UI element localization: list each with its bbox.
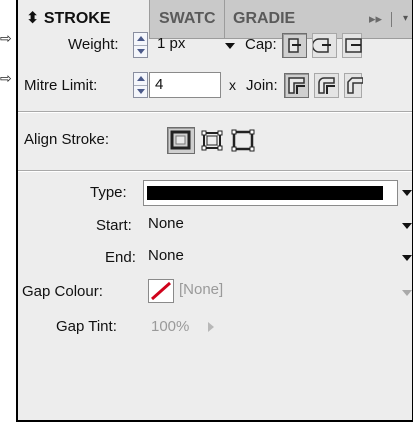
butt-cap-icon bbox=[288, 38, 301, 53]
weight-dropdown-icon[interactable] bbox=[225, 43, 235, 49]
weight-stepper[interactable] bbox=[133, 32, 148, 58]
increment-arrow-icon[interactable] bbox=[137, 76, 145, 81]
round-join-icon bbox=[318, 77, 335, 94]
tab-separator bbox=[391, 12, 392, 27]
align-center-icon bbox=[170, 130, 191, 150]
type-label: Type: bbox=[90, 184, 127, 201]
stroke-type-dropdown[interactable] bbox=[143, 180, 398, 206]
start-label: Start: bbox=[96, 217, 132, 234]
align-outside-button[interactable] bbox=[229, 127, 257, 154]
cap-label: Cap: bbox=[245, 36, 277, 53]
weight-pointer-arrow: ⇨ bbox=[0, 30, 12, 46]
increment-arrow-icon[interactable] bbox=[137, 36, 145, 41]
type-dropdown-icon[interactable] bbox=[402, 190, 412, 196]
butt-cap-button[interactable] bbox=[282, 33, 307, 58]
align-center-button[interactable] bbox=[167, 127, 195, 154]
weight-label: Weight: bbox=[68, 36, 119, 53]
end-arrowhead-dropdown[interactable]: None bbox=[143, 244, 398, 270]
end-dropdown-icon[interactable] bbox=[402, 255, 412, 261]
panel-menu-icon[interactable]: ▾ bbox=[403, 0, 408, 38]
align-inside-icon bbox=[201, 130, 223, 151]
decrement-arrow-icon[interactable] bbox=[137, 49, 145, 54]
align-outside-icon bbox=[231, 129, 255, 152]
projecting-cap-button[interactable] bbox=[342, 33, 362, 58]
start-dropdown-icon[interactable] bbox=[402, 223, 412, 229]
stroke-type-preview bbox=[147, 186, 383, 200]
none-color-icon bbox=[151, 281, 171, 301]
mitre-limit-label: Mitre Limit: bbox=[24, 77, 98, 94]
stroke-panel: ⬍ STROKE SWATC GRADIE ▸▸ ▾ Weight: 1 px … bbox=[16, 0, 413, 422]
round-cap-icon bbox=[311, 38, 331, 53]
gap-colour-dropdown[interactable]: [None] bbox=[174, 278, 398, 304]
miter-join-icon bbox=[288, 77, 305, 94]
end-label: End: bbox=[105, 249, 136, 266]
gap-tint-value[interactable]: 100% bbox=[151, 318, 189, 335]
gap-colour-label: Gap Colour: bbox=[22, 283, 103, 300]
bevel-join-icon bbox=[347, 77, 364, 94]
mitre-suffix: x bbox=[229, 77, 236, 93]
gap-tint-label: Gap Tint: bbox=[56, 318, 117, 335]
miter-join-button[interactable] bbox=[284, 73, 309, 98]
projecting-cap-icon bbox=[345, 38, 362, 53]
tab-stroke[interactable]: ⬍ STROKE bbox=[18, 0, 150, 39]
round-join-button[interactable] bbox=[314, 73, 339, 98]
mitre-limit-input[interactable]: 4 bbox=[149, 72, 221, 98]
start-arrowhead-dropdown[interactable]: None bbox=[143, 212, 398, 238]
align-stroke-label: Align Stroke: bbox=[24, 131, 110, 148]
gap-colour-swatch[interactable] bbox=[148, 279, 174, 303]
join-label: Join: bbox=[246, 77, 278, 94]
mitre-pointer-arrow: ⇨ bbox=[0, 70, 12, 86]
gap-colour-dropdown-icon[interactable] bbox=[402, 290, 412, 296]
align-inside-button[interactable] bbox=[198, 127, 226, 154]
round-cap-button[interactable] bbox=[311, 33, 337, 58]
gap-tint-slider-icon[interactable] bbox=[206, 320, 216, 334]
more-tabs-icon[interactable]: ▸▸ bbox=[369, 0, 382, 38]
bevel-join-button[interactable] bbox=[344, 73, 364, 98]
mitre-stepper[interactable] bbox=[133, 72, 148, 98]
decrement-arrow-icon[interactable] bbox=[137, 89, 145, 94]
